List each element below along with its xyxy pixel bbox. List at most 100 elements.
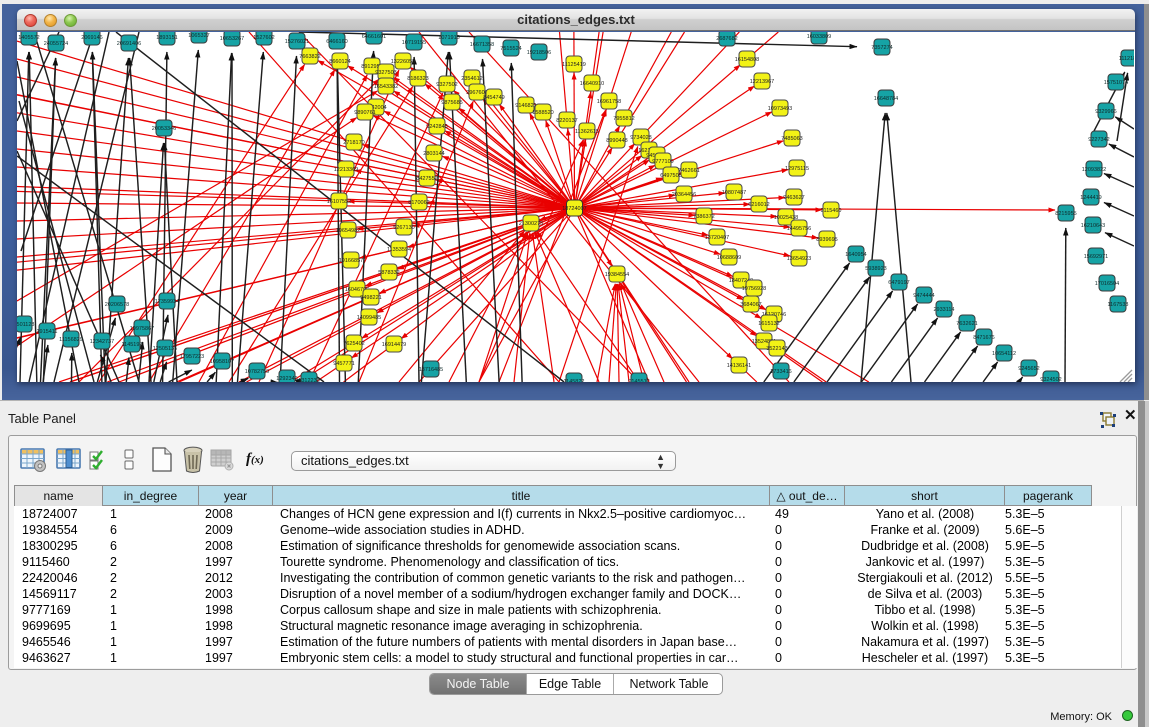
svg-text:17359934: 17359934 <box>155 299 179 305</box>
svg-text:19654982: 19654982 <box>336 228 360 234</box>
svg-text:7625402: 7625402 <box>343 341 364 347</box>
svg-text:19384554: 19384554 <box>605 272 629 278</box>
svg-text:2718170: 2718170 <box>343 140 364 146</box>
svg-text:1145822: 1145822 <box>563 379 584 382</box>
svg-text:1244419: 1244419 <box>1080 195 1101 201</box>
svg-text:11156829: 11156829 <box>59 337 83 343</box>
svg-text:8220137: 8220137 <box>556 118 577 124</box>
svg-text:2069146: 2069146 <box>81 35 102 41</box>
svg-text:21300275: 21300275 <box>519 221 543 227</box>
svg-text:12213967: 12213967 <box>750 79 774 85</box>
svg-text:1112184: 1112184 <box>1119 56 1134 62</box>
svg-text:7357274: 7357274 <box>871 45 892 51</box>
svg-text:8427552: 8427552 <box>416 176 437 182</box>
svg-text:6216012: 6216012 <box>748 202 769 208</box>
svg-text:19166857: 19166857 <box>339 258 363 264</box>
svg-text:16543382: 16543382 <box>374 84 398 90</box>
svg-text:2933114: 2933114 <box>933 307 954 313</box>
svg-text:13226058: 13226058 <box>391 59 415 65</box>
svg-text:10782759: 10782759 <box>245 369 269 375</box>
svg-text:16107552: 16107552 <box>327 199 351 205</box>
svg-text:13654923: 13654923 <box>787 256 811 262</box>
svg-text:20053346: 20053346 <box>152 126 176 132</box>
svg-text:12505135: 12505135 <box>153 346 177 352</box>
svg-text:1527602: 1527602 <box>253 35 274 41</box>
svg-text:20691406: 20691406 <box>117 41 141 47</box>
svg-text:1292346: 1292346 <box>276 376 297 382</box>
svg-text:13720407: 13720407 <box>705 235 729 241</box>
svg-text:9890761: 9890761 <box>354 110 375 116</box>
svg-text:9875685: 9875685 <box>441 100 462 106</box>
svg-text:9457771: 9457771 <box>333 361 354 367</box>
svg-text:1615132: 1615132 <box>758 321 779 327</box>
svg-text:10807487: 10807487 <box>722 190 746 196</box>
svg-text:1071915: 1071915 <box>438 35 459 41</box>
svg-text:7386372: 7386372 <box>693 214 714 220</box>
svg-text:17016504: 17016504 <box>1095 281 1119 287</box>
svg-text:16671358: 16671358 <box>470 42 494 48</box>
svg-text:6466160: 6466160 <box>326 39 347 45</box>
svg-text:7663822: 7663822 <box>299 54 320 60</box>
svg-text:15751074: 15751074 <box>1104 80 1128 86</box>
svg-text:9777109: 9777109 <box>652 159 673 165</box>
svg-text:19975867: 19975867 <box>130 326 154 332</box>
svg-text:11353594: 11353594 <box>387 247 411 253</box>
svg-text:16210643: 16210643 <box>1081 223 1105 229</box>
svg-text:9115460: 9115460 <box>820 208 841 214</box>
svg-text:1893151: 1893151 <box>156 35 177 41</box>
svg-text:8660124: 8660124 <box>329 59 350 65</box>
svg-text:10719155: 10719155 <box>402 40 426 46</box>
svg-text:7485063: 7485063 <box>781 136 802 142</box>
svg-text:9146821: 9146821 <box>515 103 536 109</box>
svg-text:7462661: 7462661 <box>678 168 699 174</box>
svg-text:8471676: 8471676 <box>973 335 994 341</box>
svg-text:8170062: 8170062 <box>408 200 429 206</box>
svg-text:1733416: 1733416 <box>770 369 791 375</box>
svg-text:10688609: 10688609 <box>717 255 741 261</box>
svg-text:15692971: 15692971 <box>1084 254 1108 260</box>
svg-text:10654112: 10654112 <box>992 351 1016 357</box>
svg-text:19218506: 19218506 <box>527 50 551 56</box>
svg-text:11362615: 11362615 <box>575 129 599 135</box>
svg-text:9227342: 9227342 <box>1088 137 1109 143</box>
svg-text:8939695: 8939695 <box>816 237 837 243</box>
svg-text:12342737: 12342737 <box>90 339 114 345</box>
svg-text:8990448: 8990448 <box>606 138 627 144</box>
svg-text:1640954: 1640954 <box>845 252 866 258</box>
svg-text:7632621: 7632621 <box>956 321 977 327</box>
svg-text:5267130: 5267130 <box>393 225 414 231</box>
svg-text:8186323: 8186323 <box>407 76 428 82</box>
svg-text:10958107: 10958107 <box>210 359 234 365</box>
svg-text:9327502: 9327502 <box>436 82 457 88</box>
svg-text:7515524: 7515524 <box>500 46 521 52</box>
svg-text:2354612: 2354612 <box>461 76 482 82</box>
svg-text:13716485: 13716485 <box>419 367 443 373</box>
svg-text:7955812: 7955812 <box>613 116 634 122</box>
svg-text:1588520: 1588520 <box>532 110 553 116</box>
svg-text:1915411: 1915411 <box>36 329 57 335</box>
svg-text:12093822: 12093822 <box>1082 167 1106 173</box>
svg-text:6479197: 6479197 <box>888 280 909 286</box>
svg-text:16961758: 16961758 <box>597 99 621 105</box>
svg-text:19756928: 19756928 <box>742 286 766 292</box>
svg-text:9242845: 9242845 <box>426 124 447 130</box>
svg-text:9474444: 9474444 <box>913 293 934 299</box>
svg-text:3522143: 3522143 <box>766 346 787 352</box>
svg-text:1167533: 1167533 <box>1107 302 1128 308</box>
svg-text:2687682: 2687682 <box>716 36 737 42</box>
svg-text:16640910: 16640910 <box>580 81 604 87</box>
svg-text:1405572: 1405572 <box>18 35 39 41</box>
svg-text:2803144: 2803144 <box>423 151 444 157</box>
svg-text:9498221: 9498221 <box>360 295 381 301</box>
svg-text:14495756: 14495756 <box>787 226 811 232</box>
svg-text:9463627: 9463627 <box>783 195 804 201</box>
svg-text:15276021: 15276021 <box>285 39 309 45</box>
svg-text:10653267: 10653267 <box>220 36 244 42</box>
svg-text:9329966: 9329966 <box>1095 109 1116 115</box>
svg-text:5938923: 5938923 <box>865 266 886 272</box>
svg-text:9327503: 9327503 <box>375 70 396 76</box>
svg-text:16154808: 16154808 <box>735 57 759 63</box>
svg-text:14099485: 14099485 <box>357 315 381 321</box>
svg-text:9734028: 9734028 <box>630 135 651 141</box>
svg-text:14136141: 14136141 <box>727 363 751 369</box>
